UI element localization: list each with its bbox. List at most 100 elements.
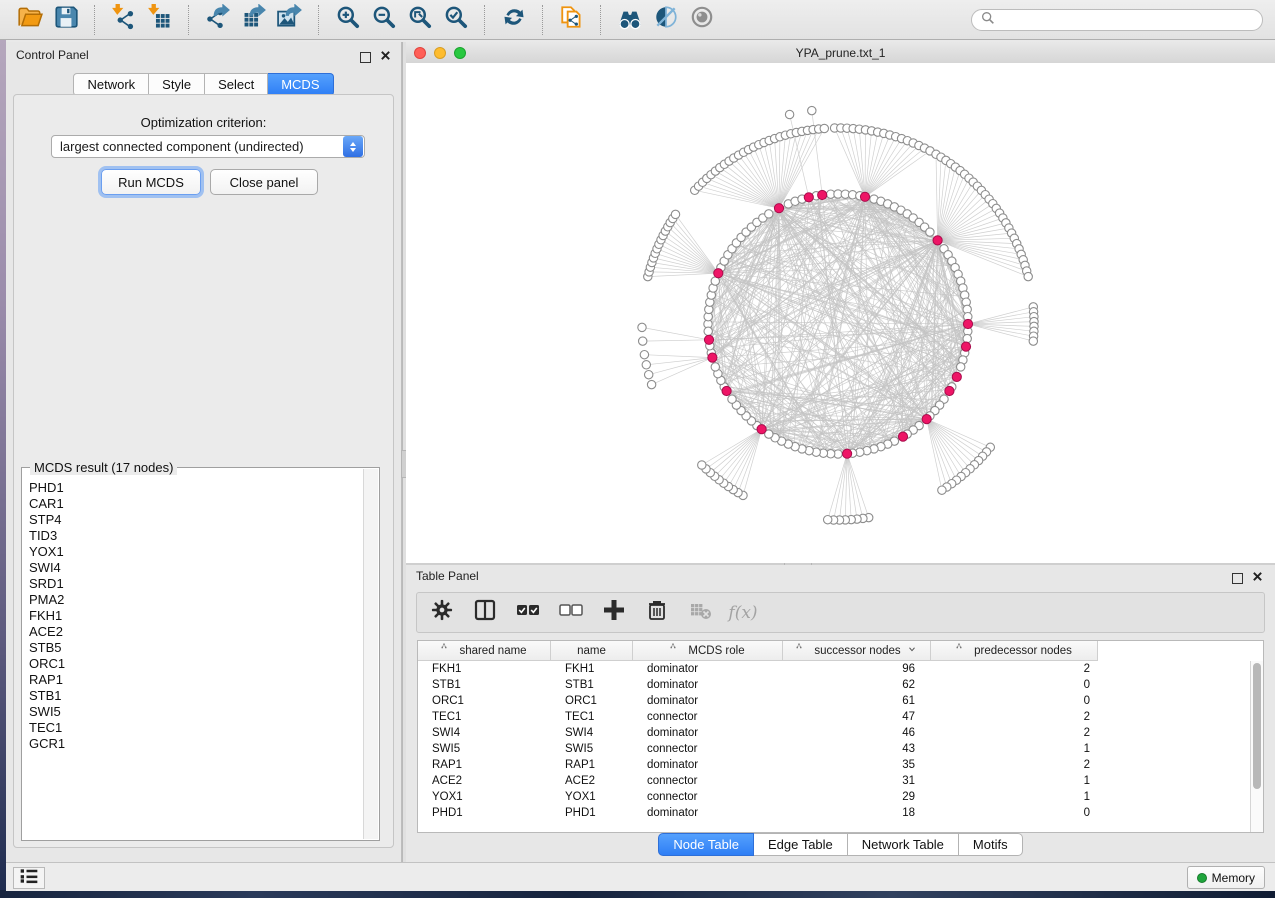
column-header-name[interactable]: name [551, 641, 633, 661]
mcds-result-list[interactable]: PHD1CAR1STP4TID3YOX1SWI4SRD1PMA2FKH1ACE2… [23, 474, 364, 839]
mcds-result-item[interactable]: SRD1 [29, 576, 364, 592]
eye-button[interactable] [684, 4, 720, 36]
search-input[interactable] [996, 10, 1262, 30]
save-session-button[interactable] [48, 4, 84, 36]
close-panel-icon[interactable] [380, 48, 391, 66]
cell-predecessor_nodes: 1 [931, 791, 1098, 803]
cell-successor_nodes: 29 [783, 791, 931, 803]
mcds-result-item[interactable]: CAR1 [29, 496, 364, 512]
tab-select[interactable]: Select [205, 73, 268, 96]
zoom-out-icon [371, 4, 397, 35]
mcds-result-item[interactable]: STB1 [29, 688, 364, 704]
network-graph[interactable] [406, 63, 1275, 563]
cell-predecessor_nodes: 2 [931, 663, 1098, 675]
import-table-icon [147, 4, 173, 35]
import-network-button[interactable] [106, 4, 142, 36]
mcds-result-item[interactable]: SWI5 [29, 704, 364, 720]
zoom-in-button[interactable] [330, 4, 366, 36]
cell-predecessor_nodes: 1 [931, 775, 1098, 787]
table-row[interactable]: ORC1ORC1dominator610 [418, 693, 1251, 709]
export-table-button[interactable] [236, 4, 272, 36]
close-panel-icon[interactable] [1252, 569, 1263, 587]
table-panel-tabs: Node TableEdge TableNetwork TableMotifs [406, 833, 1275, 856]
mcds-result-item[interactable]: TID3 [29, 528, 364, 544]
table-row[interactable]: STB1STB1dominator620 [418, 677, 1251, 693]
network-canvas[interactable] [406, 63, 1275, 563]
cell-name: FKH1 [551, 663, 633, 675]
column-header-successor-nodes[interactable]: successor nodes [783, 641, 931, 661]
delete-column-button[interactable] [644, 600, 670, 626]
network-view-window: YPA_prune.txt_1 [406, 42, 1275, 563]
table-row[interactable]: SWI5SWI5connector431 [418, 741, 1251, 757]
toolbar-separator [188, 5, 190, 35]
table-row[interactable]: SWI4SWI4dominator462 [418, 725, 1251, 741]
zoom-fit-button[interactable] [402, 4, 438, 36]
table-row[interactable]: YOX1YOX1connector291 [418, 789, 1251, 805]
float-panel-icon[interactable] [360, 52, 371, 63]
run-mcds-button[interactable]: Run MCDS [101, 169, 201, 195]
desktop-wallpaper-bottom [0, 890, 1275, 898]
close-panel-button[interactable]: Close panel [210, 169, 318, 195]
mcds-result-item[interactable]: YOX1 [29, 544, 364, 560]
mcds-result-item[interactable]: ACE2 [29, 624, 364, 640]
table-row[interactable]: PHD1PHD1dominator180 [418, 805, 1251, 821]
select-all-button[interactable] [515, 600, 541, 626]
deselect-all-icon [557, 598, 585, 627]
mcds-result-item[interactable]: GCR1 [29, 736, 364, 752]
cell-name: PHD1 [551, 807, 633, 819]
criterion-dropdown[interactable]: largest connected component (undirected) [51, 135, 365, 158]
tree-icon [796, 643, 808, 658]
mcds-result-item[interactable]: PMA2 [29, 592, 364, 608]
columns-button[interactable] [472, 600, 498, 626]
task-history-button[interactable] [13, 867, 45, 889]
float-panel-icon[interactable] [1232, 573, 1243, 584]
mcds-result-item[interactable]: RAP1 [29, 672, 364, 688]
tab-motifs[interactable]: Motifs [959, 833, 1023, 856]
table-row[interactable]: TEC1TEC1connector472 [418, 709, 1251, 725]
tab-node-table[interactable]: Node Table [658, 833, 754, 856]
tab-mcds[interactable]: MCDS [268, 73, 333, 96]
open-session-button[interactable] [12, 4, 48, 36]
tab-style[interactable]: Style [149, 73, 205, 96]
cell-shared_name: STB1 [418, 679, 551, 691]
search-input-wrap[interactable] [971, 9, 1263, 31]
add-column-button[interactable] [601, 600, 627, 626]
mcds-result-item[interactable]: STB5 [29, 640, 364, 656]
refresh-layout-button[interactable] [496, 4, 532, 36]
table-scrollbar-thumb[interactable] [1253, 663, 1261, 789]
tab-network[interactable]: Network [73, 73, 149, 96]
column-header-predecessor-nodes[interactable]: predecessor nodes [931, 641, 1098, 661]
mcds-result-item[interactable]: SWI4 [29, 560, 364, 576]
import-table-button[interactable] [142, 4, 178, 36]
mcds-result-item[interactable]: STP4 [29, 512, 364, 528]
tab-network-table[interactable]: Network Table [848, 833, 959, 856]
toolbar-separator [484, 5, 486, 35]
mcds-result-item[interactable]: FKH1 [29, 608, 364, 624]
table-row[interactable]: ACE2ACE2connector311 [418, 773, 1251, 789]
mcds-result-item[interactable]: PHD1 [29, 480, 364, 496]
zoom-out-button[interactable] [366, 4, 402, 36]
table-row[interactable]: RAP1RAP1dominator352 [418, 757, 1251, 773]
table-scrollbar[interactable] [1250, 661, 1263, 832]
table-row[interactable]: FKH1FKH1dominator962 [418, 661, 1251, 677]
column-header-MCDS-role[interactable]: MCDS role [633, 641, 783, 661]
glasses-slash-button[interactable] [648, 4, 684, 36]
export-image-button[interactable] [272, 4, 308, 36]
deselect-all-button[interactable] [558, 600, 584, 626]
mcds-result-item[interactable]: ORC1 [29, 656, 364, 672]
memory-button[interactable]: Memory [1187, 866, 1265, 889]
column-header-shared-name[interactable]: shared name [418, 641, 551, 661]
cell-mcds_role: dominator [633, 695, 783, 707]
mcds-tab-content: Optimization criterion: largest connecte… [13, 94, 394, 848]
mcds-list-scrollbar[interactable] [363, 469, 378, 839]
mcds-result-item[interactable]: TEC1 [29, 720, 364, 736]
cell-predecessor_nodes: 2 [931, 759, 1098, 771]
clone-network-button[interactable] [554, 4, 590, 36]
network-window-titlebar[interactable]: YPA_prune.txt_1 [406, 42, 1275, 64]
tab-edge-table[interactable]: Edge Table [754, 833, 848, 856]
export-network-button[interactable] [200, 4, 236, 36]
gear-button[interactable] [429, 600, 455, 626]
criterion-dropdown-value: largest connected component (undirected) [52, 139, 343, 154]
zoom-selected-button[interactable] [438, 4, 474, 36]
binoculars-button[interactable] [612, 4, 648, 36]
